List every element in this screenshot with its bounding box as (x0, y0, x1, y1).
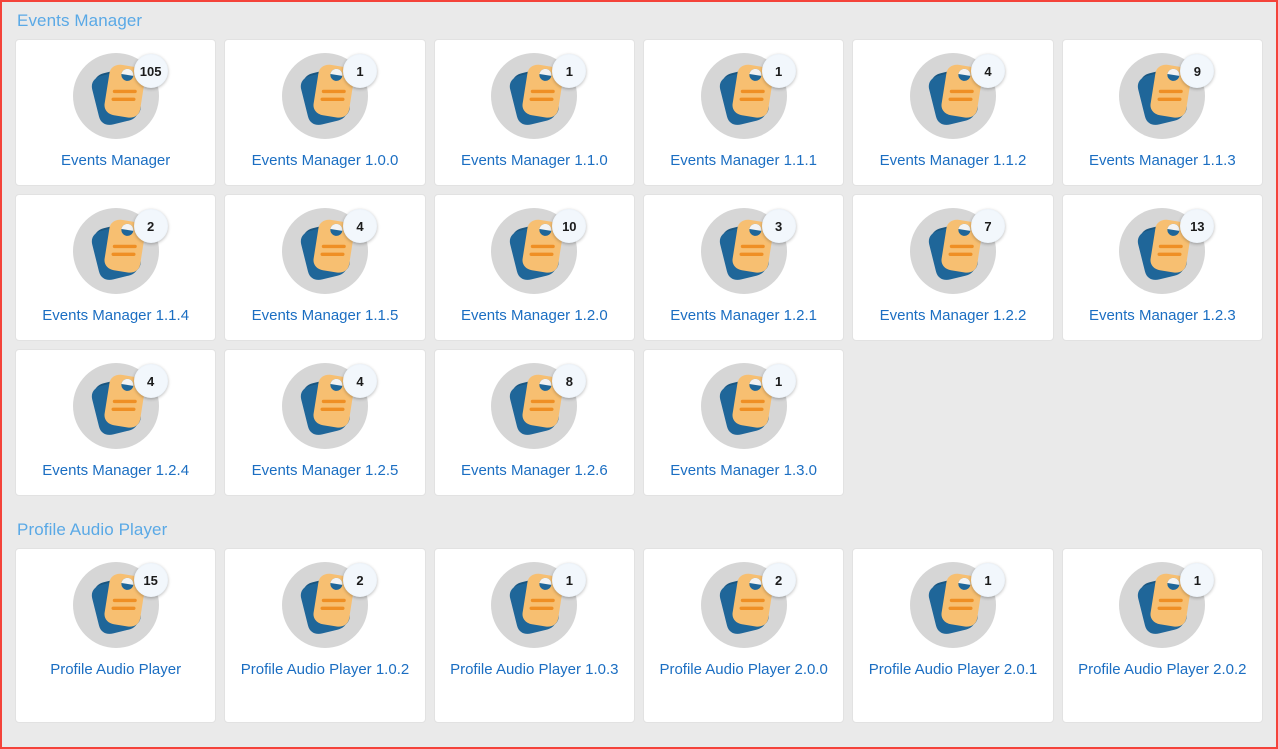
tag-card-label: Profile Audio Player 1.0.3 (450, 661, 619, 678)
tag-card[interactable]: 1 Profile Audio Player 2.0.2 (1061, 548, 1263, 723)
tag-card[interactable]: 9 Events Manager 1.1.3 (1061, 39, 1263, 186)
tag-card-label: Events Manager 1.2.3 (1088, 307, 1236, 324)
tag-card[interactable]: 1 Events Manager 1.0.0 (224, 39, 426, 186)
tag-icon-wrap: 15 (68, 557, 168, 653)
tag-card[interactable]: 105 Events Manager (15, 39, 217, 186)
tag-card-label: Events Manager 1.1.3 (1088, 152, 1236, 169)
tag-card[interactable]: 4 Events Manager 1.1.5 (224, 194, 426, 341)
tag-card[interactable]: 1 Profile Audio Player 2.0.1 (852, 548, 1054, 723)
tag-card-label: Events Manager 1.2.2 (879, 307, 1027, 324)
tag-count-badge: 7 (970, 209, 1005, 243)
tag-card[interactable]: 2 Profile Audio Player 1.0.2 (224, 548, 426, 723)
tag-count-badge: 4 (342, 209, 377, 243)
tag-card-label: Events Manager 1.1.5 (251, 307, 399, 324)
tag-card-grid: 15 Profile Audio Player 2 Profile Audio … (15, 548, 1263, 723)
tag-card[interactable]: 2 Events Manager 1.1.4 (15, 194, 217, 341)
tag-card-label: Profile Audio Player 2.0.0 (659, 661, 828, 678)
tag-card[interactable]: 1 Profile Audio Player 1.0.3 (433, 548, 635, 723)
tag-icon-wrap: 1 (696, 48, 796, 144)
tag-card-label: Events Manager 1.2.6 (460, 462, 608, 479)
tag-icon-wrap: 1 (486, 48, 587, 144)
tag-section: Events Manager 105 Events Manager 1 Even… (15, 2, 1263, 496)
tag-card-grid: 105 Events Manager 1 Events Manager 1.0.… (15, 39, 1263, 496)
tag-icon-wrap: 2 (68, 203, 168, 299)
tag-card-label: Profile Audio Player 2.0.2 (1078, 661, 1247, 678)
tag-card[interactable]: 4 Events Manager 1.2.4 (15, 349, 217, 496)
tag-card-label: Events Manager 1.1.0 (460, 152, 608, 169)
tag-icon-wrap: 105 (68, 48, 168, 144)
tag-icon-wrap: 4 (905, 48, 1005, 144)
tag-card-label: Events Manager 1.2.1 (670, 307, 818, 324)
tag-card-label: Events Manager 1.1.4 (42, 307, 190, 324)
tag-count-badge: 2 (133, 209, 168, 243)
tag-card[interactable]: 3 Events Manager 1.2.1 (642, 194, 845, 341)
tag-card-label: Events Manager 1.1.2 (879, 152, 1027, 169)
tag-card[interactable]: 7 Events Manager 1.2.2 (852, 194, 1054, 341)
tag-icon-wrap: 1 (1114, 557, 1215, 653)
tag-count-badge: 4 (133, 364, 168, 398)
tag-icon-wrap: 10 (486, 203, 587, 299)
tag-browser-page: Events Manager 105 Events Manager 1 Even… (2, 2, 1276, 747)
tag-count-badge: 4 (970, 54, 1005, 88)
tag-card-label: Profile Audio Player (50, 661, 182, 678)
tag-icon-wrap: 8 (486, 358, 587, 454)
tag-icon-wrap: 7 (905, 203, 1005, 299)
tag-card[interactable]: 8 Events Manager 1.2.6 (433, 349, 635, 496)
tag-icon-wrap: 4 (277, 203, 377, 299)
tag-count-badge: 1 (761, 54, 796, 88)
tag-icon-wrap: 1 (486, 557, 587, 653)
tag-card[interactable]: 13 Events Manager 1.2.3 (1061, 194, 1263, 341)
tag-count-badge: 2 (761, 563, 796, 597)
section-header: Profile Audio Player (17, 520, 168, 539)
tag-card-label: Profile Audio Player 2.0.1 (868, 661, 1038, 678)
tag-card[interactable]: 1 Events Manager 1.1.1 (642, 39, 845, 186)
tag-icon-wrap: 1 (696, 358, 796, 454)
tag-count-badge: 4 (342, 364, 377, 398)
tag-card[interactable]: 2 Profile Audio Player 2.0.0 (642, 548, 845, 723)
tag-icon-wrap: 4 (68, 358, 168, 454)
tag-card-label: Events Manager 1.2.0 (460, 307, 608, 324)
tag-section: Profile Audio Player 15 Profile Audio Pl… (15, 496, 1263, 723)
tag-card-label: Events Manager 1.2.4 (42, 462, 190, 479)
tag-card-label: Events Manager 1.0.0 (251, 152, 399, 169)
section-header: Events Manager (17, 11, 143, 30)
tag-card[interactable]: 1 Events Manager 1.3.0 (642, 349, 845, 496)
tag-card-label: Events Manager 1.2.5 (251, 462, 399, 479)
tag-icon-wrap: 1 (905, 557, 1005, 653)
tag-count-badge: 1 (342, 54, 377, 88)
tag-card[interactable]: 1 Events Manager 1.1.0 (433, 39, 635, 186)
tag-icon-wrap: 4 (277, 358, 377, 454)
tag-icon-wrap: 2 (696, 557, 796, 653)
tag-count-badge: 3 (761, 209, 796, 243)
tag-card[interactable]: 15 Profile Audio Player (15, 548, 217, 723)
tag-icon-wrap: 1 (277, 48, 377, 144)
tag-icon-wrap: 9 (1114, 48, 1215, 144)
tag-card[interactable]: 4 Events Manager 1.2.5 (224, 349, 426, 496)
tag-count-badge: 105 (133, 54, 168, 88)
tag-count-badge: 1 (761, 364, 796, 398)
tag-count-badge: 2 (342, 563, 377, 597)
tag-card[interactable]: 4 Events Manager 1.1.2 (852, 39, 1054, 186)
tag-card[interactable]: 10 Events Manager 1.2.0 (433, 194, 635, 341)
tag-icon-wrap: 3 (696, 203, 796, 299)
tag-count-badge: 15 (133, 563, 168, 597)
tag-card-label: Events Manager 1.3.0 (670, 462, 818, 479)
tag-card-label: Profile Audio Player 1.0.2 (240, 661, 410, 678)
tag-card-label: Events Manager (61, 152, 171, 169)
tag-count-badge: 1 (970, 563, 1005, 597)
tag-card-label: Events Manager 1.1.1 (670, 152, 818, 169)
tag-icon-wrap: 2 (277, 557, 377, 653)
tag-icon-wrap: 13 (1114, 203, 1215, 299)
